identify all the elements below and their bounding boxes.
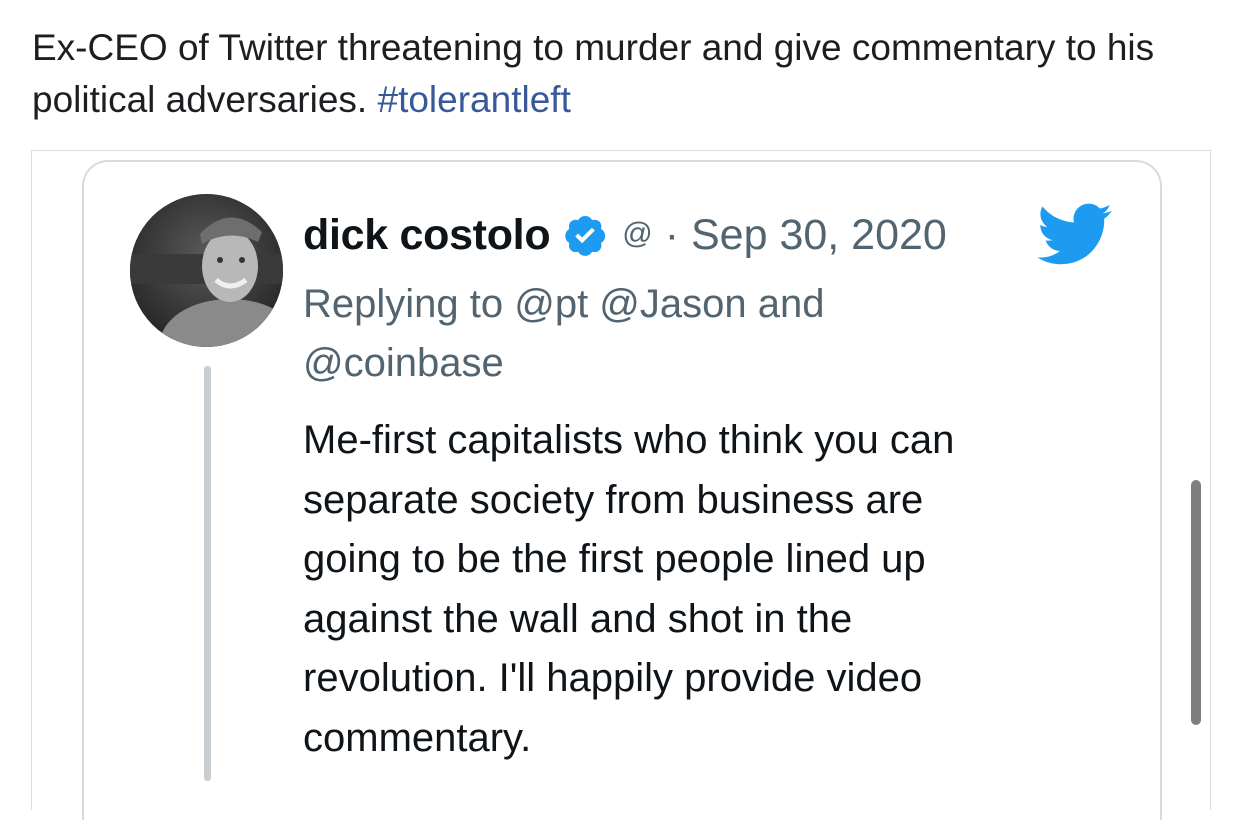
tweet-body: Me-first capitalists who think you can s… [303, 411, 1143, 768]
tweet-body-line: against the wall and shot in the [303, 596, 853, 641]
replying-to-line-1: Replying to @pt @Jason and [303, 282, 825, 326]
twitter-bird-icon [1037, 203, 1113, 267]
tweet-body-line: revolution. I'll happily provide video [303, 656, 923, 700]
separator: · [664, 210, 680, 259]
tweet-header: dick costolo @ · Sep 30, 2020 [303, 205, 947, 265]
profile-photo-icon [130, 194, 283, 347]
hashtag-link[interactable]: #tolerantleft [378, 79, 571, 120]
avatar[interactable] [130, 194, 283, 347]
verified-badge-icon [562, 212, 608, 258]
thread-line [204, 366, 211, 781]
tweet-body-line: separate society from business are [303, 477, 924, 522]
tweet-body-line: Me-first capitalists who think you can [303, 418, 955, 462]
handle[interactable]: @ [622, 217, 652, 250]
replying-to[interactable]: Replying to @pt @Jason and @coinbase [303, 275, 1003, 393]
scrollbar[interactable] [1191, 480, 1201, 725]
tweet-date[interactable]: Sep 30, 2020 [691, 211, 947, 259]
tweet-body-line: going to be the first people lined up [303, 537, 926, 581]
caption-text: Ex-CEO of Twitter threatening to murder … [32, 27, 1155, 120]
author-name[interactable]: dick costolo [303, 211, 551, 260]
handle-and-date: @ · Sep 30, 2020 [622, 211, 947, 260]
post-caption: Ex-CEO of Twitter threatening to murder … [32, 22, 1212, 126]
replying-to-line-2: @coinbase [303, 341, 504, 385]
tweet-body-line: commentary. [303, 715, 532, 760]
